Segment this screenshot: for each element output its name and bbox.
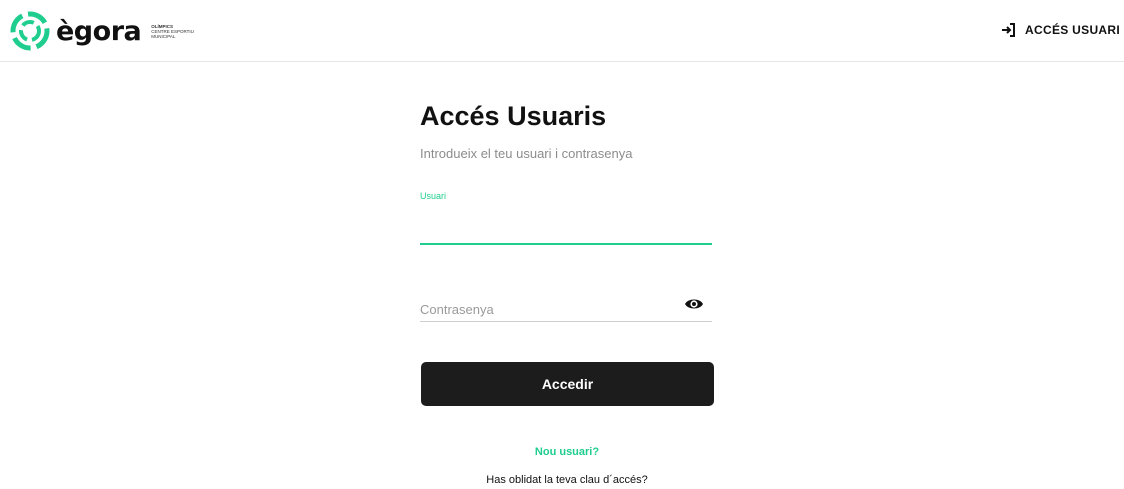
username-label: Usuari bbox=[420, 191, 447, 201]
top-bar: ègora OLÍMPICS CENTRE ESPORTIU MUNICIPAL… bbox=[0, 0, 1124, 62]
forgot-password-link[interactable]: Has oblidat la teva clau d´accés? bbox=[420, 474, 714, 486]
submit-button[interactable]: Accedir bbox=[421, 362, 714, 406]
eye-icon[interactable] bbox=[684, 297, 704, 311]
username-input[interactable] bbox=[420, 224, 710, 239]
logo-sub-line-3: MUNICIPAL bbox=[151, 33, 176, 39]
username-field[interactable]: Usuari bbox=[420, 191, 712, 245]
egora-logo-icon bbox=[10, 11, 50, 51]
new-user-link[interactable]: Nou usuari? bbox=[420, 446, 714, 458]
login-form: Accés Usuaris Introdueix el teu usuari i… bbox=[420, 95, 714, 486]
user-access-link[interactable]: ACCÉS USUARI bbox=[1001, 22, 1120, 38]
logo-wordmark: ègora bbox=[56, 15, 142, 47]
password-field[interactable] bbox=[420, 285, 712, 322]
logo-subtitle: OLÍMPICS CENTRE ESPORTIU MUNICIPAL bbox=[151, 24, 194, 39]
password-input[interactable] bbox=[420, 302, 670, 317]
user-access-label: ACCÉS USUARI bbox=[1025, 23, 1120, 37]
egora-logo[interactable]: ègora OLÍMPICS CENTRE ESPORTIU MUNICIPAL bbox=[10, 10, 194, 52]
page-subtitle: Introdueix el teu usuari i contrasenya bbox=[420, 146, 633, 161]
login-icon bbox=[1002, 23, 1016, 37]
page-title: Accés Usuaris bbox=[420, 101, 607, 131]
